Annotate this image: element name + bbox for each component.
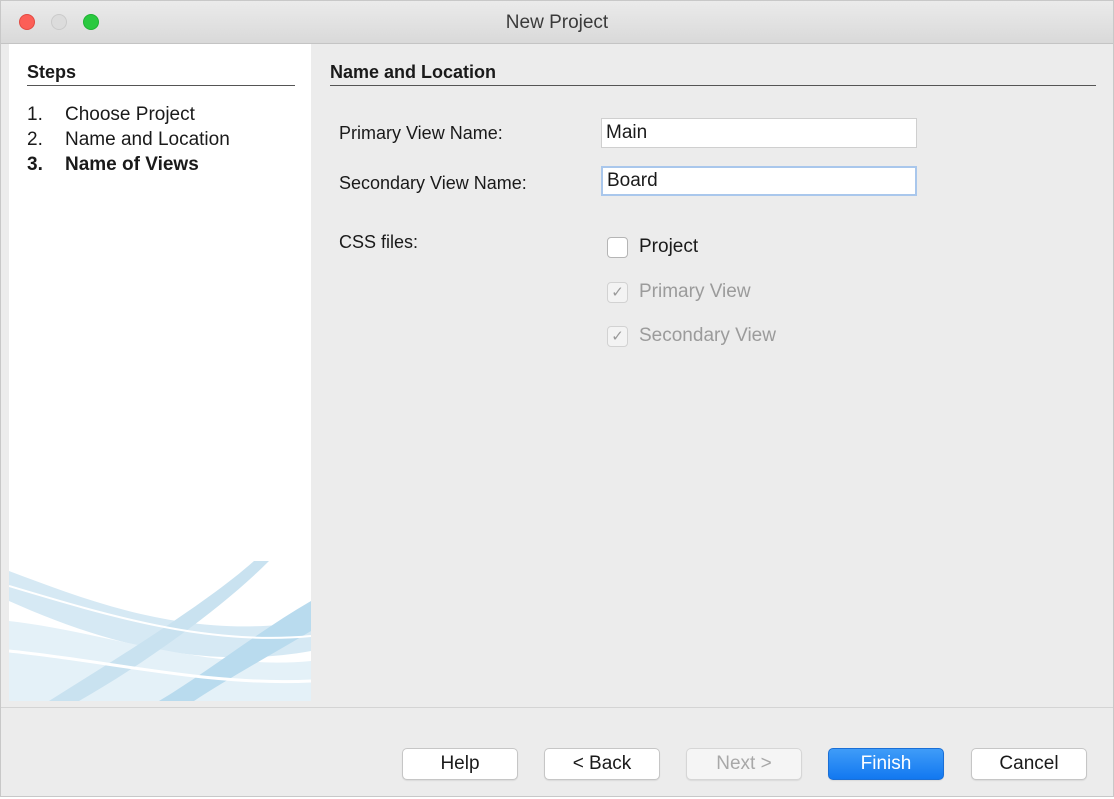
project-css-checkbox[interactable] [607,236,628,258]
back-button[interactable]: < Back [544,748,660,780]
secondary-view-name-input[interactable] [601,166,917,196]
primary-view-name-label: Primary View Name: [339,123,503,143]
step-number: 1. [27,104,43,125]
main-panel: Name and Location Primary View Name: Sec… [311,44,1113,701]
primary-view-css-checkbox: ✓ [607,281,628,303]
steps-heading: Steps [27,62,77,82]
step-label: Choose Project [65,104,195,125]
step-item-choose-project: 1. Choose Project [27,102,230,127]
title-bar: New Project [1,1,1113,44]
primary-view-name-input[interactable] [601,118,917,148]
next-button: Next > [686,748,802,780]
button-bar: Help < Back Next > Finish Cancel [1,707,1113,799]
finish-button[interactable]: Finish [828,748,944,780]
step-item-name-and-location: 2. Name and Location [27,127,230,152]
step-item-name-of-views: 3. Name of Views [27,152,230,177]
panel-heading: Name and Location [330,62,497,82]
css-files-label: CSS files: [339,232,419,252]
help-button[interactable]: Help [402,748,518,780]
checkmark-icon: ✓ [611,328,624,345]
cancel-button[interactable]: Cancel [971,748,1087,780]
steps-list: 1. Choose Project 2. Name and Location 3. N… [27,102,230,177]
secondary-view-css-checkbox-row: ✓ Secondary View [607,324,776,348]
new-project-dialog: New Project Steps 1. Choose Project 2. Nam… [0,0,1114,797]
step-label: Name of Views [65,154,199,175]
step-number: 2. [27,129,43,150]
step-label: Name and Location [65,129,230,150]
steps-panel: Steps 1. Choose Project 2. Name and Locati… [9,44,311,701]
checkbox-label: Project [639,236,699,257]
checkbox-label: Secondary View [639,325,776,346]
secondary-view-name-label: Secondary View Name: [339,173,527,193]
primary-view-css-checkbox-row: ✓ Primary View [607,280,751,304]
wizard-decoration-graphic [9,561,311,701]
window-title: New Project [505,12,609,33]
checkmark-icon: ✓ [611,284,624,301]
secondary-view-css-checkbox: ✓ [607,325,628,347]
project-css-checkbox-row[interactable]: Project [607,235,698,259]
steps-divider [27,85,295,86]
step-number: 3. [27,154,43,175]
panel-divider [330,85,1096,86]
checkbox-label: Primary View [639,281,751,302]
